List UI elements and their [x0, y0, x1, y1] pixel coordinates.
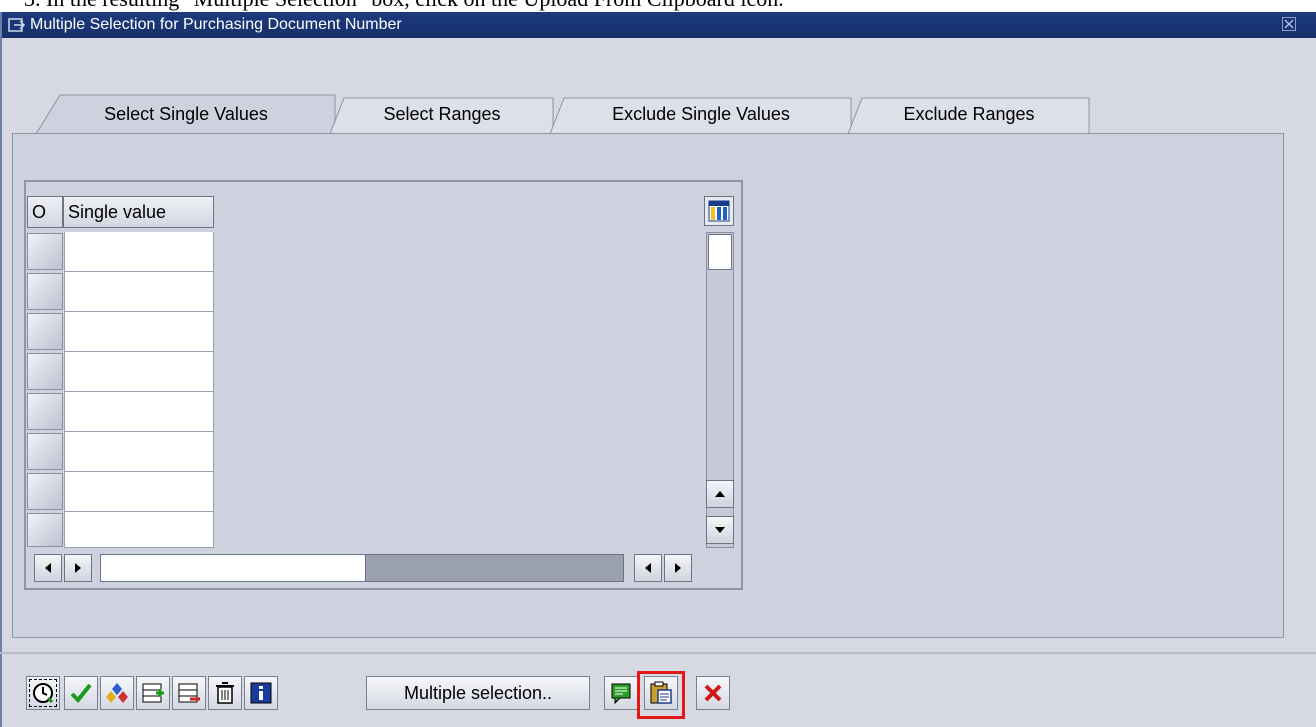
confirm-button[interactable] [64, 676, 98, 710]
row-selector[interactable] [27, 273, 63, 310]
checkmark-icon [70, 683, 92, 703]
vertical-scroll-thumb[interactable] [708, 234, 732, 270]
tab-label: Exclude Single Values [612, 103, 790, 124]
arrow-left-icon [645, 563, 651, 573]
row-selector[interactable] [27, 393, 63, 430]
single-value-cell[interactable] [64, 472, 214, 512]
execute-button[interactable] [26, 676, 60, 710]
row-selector[interactable] [27, 473, 63, 510]
info-icon [250, 682, 272, 704]
dialog-title: Multiple Selection for Purchasing Docume… [30, 16, 402, 33]
arrow-right-icon [675, 563, 681, 573]
maintain-selection-button[interactable] [100, 676, 134, 710]
tab-exclude-ranges[interactable]: Exclude Ranges [848, 94, 1090, 134]
single-value-cell[interactable] [64, 232, 214, 272]
multiple-selection-label: Multiple selection.. [403, 682, 553, 703]
tab-label: Select Ranges [383, 103, 501, 124]
tab-label: Select Single Values [104, 103, 268, 124]
arrow-right-icon [75, 563, 81, 573]
single-value-cell[interactable] [64, 432, 214, 472]
column-settings-icon[interactable] [704, 196, 734, 226]
arrow-down-icon [715, 527, 725, 533]
dialog-titlebar: Multiple Selection for Purchasing Docume… [2, 12, 1316, 38]
row-selector[interactable] [27, 433, 63, 470]
single-value-cell[interactable] [64, 352, 214, 392]
tab-select-single-values[interactable]: Select Single Values [36, 94, 336, 134]
row-selector[interactable] [27, 313, 63, 350]
column-header-selection[interactable]: O [27, 196, 63, 228]
single-value-cell[interactable] [64, 512, 214, 548]
delete-all-button[interactable] [208, 676, 242, 710]
insert-line-icon [142, 683, 164, 703]
row-selector[interactable] [27, 233, 63, 270]
row-selector[interactable] [27, 353, 63, 390]
column-header-single-value[interactable]: Single value [63, 196, 214, 228]
scroll-right-button-2[interactable] [664, 554, 692, 582]
tab-exclude-single-values[interactable]: Exclude Single Values [550, 94, 852, 134]
info-button[interactable] [244, 676, 278, 710]
window-icon [8, 16, 26, 34]
scroll-left-button[interactable] [34, 554, 62, 582]
maintain-selection-icon [106, 683, 128, 703]
single-value-cell[interactable] [64, 392, 214, 432]
tab-label: Exclude Ranges [903, 103, 1035, 124]
scroll-left-button-2[interactable] [634, 554, 662, 582]
execute-icon [33, 683, 54, 704]
scroll-down-button[interactable] [706, 516, 734, 544]
cancel-button[interactable] [696, 676, 730, 710]
import-text-file-button[interactable] [604, 676, 638, 710]
insert-line-button[interactable] [136, 676, 170, 710]
cancel-icon [704, 684, 722, 702]
scroll-right-button[interactable] [64, 554, 92, 582]
horizontal-scrollbar[interactable] [100, 554, 624, 582]
import-text-file-icon [611, 683, 631, 705]
toolbar-separator [0, 652, 1316, 654]
tab-select-ranges[interactable]: Select Ranges [330, 94, 554, 134]
column-header-label: O [32, 201, 47, 222]
multiple-selection-button[interactable]: Multiple selection.. [366, 676, 590, 710]
close-window-button[interactable] [1282, 17, 1296, 31]
scroll-up-button[interactable] [706, 480, 734, 508]
column-header-label: Single value [68, 201, 167, 222]
single-value-cell[interactable] [64, 272, 214, 312]
single-value-cell[interactable] [64, 312, 214, 352]
delete-line-button[interactable] [172, 676, 206, 710]
highlight-box [637, 671, 685, 719]
delete-line-icon [178, 683, 200, 703]
arrow-left-icon [45, 563, 51, 573]
trash-icon [216, 682, 234, 704]
arrow-up-icon [715, 491, 725, 497]
horizontal-scroll-thumb[interactable] [101, 555, 366, 581]
row-selector[interactable] [27, 513, 63, 547]
